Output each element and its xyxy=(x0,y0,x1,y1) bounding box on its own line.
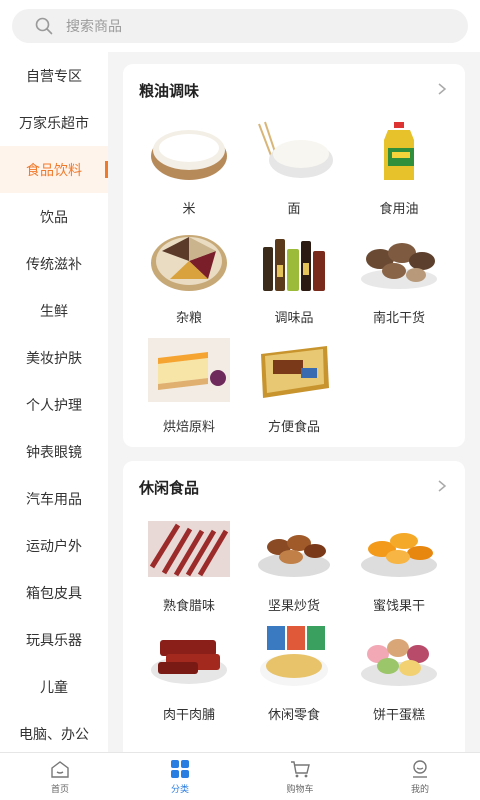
category-tile-oil[interactable]: 食用油 xyxy=(349,120,449,217)
tile-label: 肉干肉脯 xyxy=(162,708,215,723)
tile-label: 食用油 xyxy=(379,202,419,217)
condiments-icon xyxy=(263,239,325,291)
sidebar-item-label: 万家乐超市 xyxy=(19,115,89,132)
search-icon xyxy=(35,17,53,35)
sidebar-item-label: 钟表眼镜 xyxy=(26,444,82,461)
tile-label: 南北干货 xyxy=(372,311,425,326)
sidebar-item-label: 美妆护肤 xyxy=(26,350,82,367)
sidebar-item-label: 汽车用品 xyxy=(26,491,82,508)
sidebar-item-beauty[interactable]: 美妆护肤 xyxy=(0,334,108,381)
tab-profile[interactable]: 我的 xyxy=(360,753,480,800)
profile-icon xyxy=(413,760,427,778)
sidebar-item-label: 运动户外 xyxy=(26,538,82,555)
category-tile-snacks[interactable]: 休闲零食 xyxy=(244,626,344,723)
instant-food-icon xyxy=(261,346,329,398)
tile-label: 米 xyxy=(182,202,196,217)
chevron-right-icon[interactable] xyxy=(437,479,447,493)
tile-label: 调味品 xyxy=(274,311,314,326)
sidebar-item-label: 生鲜 xyxy=(40,303,68,320)
sidebar-item-personal-care[interactable]: 个人护理 xyxy=(0,381,108,428)
home-icon xyxy=(51,761,69,778)
tab-label: 购物车 xyxy=(286,785,314,795)
tab-home[interactable]: 首页 xyxy=(0,753,120,800)
section-card-grain-oil: 粮油调味 米 面 食用油 杂粮 调味品 南北干货 烘焙原料 方便食品 xyxy=(123,64,465,447)
cake-icon xyxy=(148,338,230,402)
sidebar-item-label: 个人护理 xyxy=(26,397,82,414)
category-tile-nuts[interactable]: 坚果炒货 xyxy=(244,517,344,614)
sidebar-item-drinks[interactable]: 饮品 xyxy=(0,193,108,240)
category-tile-biscuits[interactable]: 饼干蛋糕 xyxy=(349,626,449,723)
search-placeholder: 搜索商品 xyxy=(66,19,122,35)
tile-label: 熟食腊味 xyxy=(162,599,215,614)
sidebar-item-sports[interactable]: 运动户外 xyxy=(0,522,108,569)
category-tile-dried-fruit[interactable]: 蜜饯果干 xyxy=(349,517,449,614)
tab-category[interactable]: 分类 xyxy=(120,753,240,800)
sidebar-item-food-drinks[interactable]: 食品饮料 xyxy=(0,146,108,193)
sidebar-item-toys[interactable]: 玩具乐器 xyxy=(0,616,108,663)
tab-cart[interactable]: 购物车 xyxy=(240,753,360,800)
search-input[interactable]: 搜索商品 xyxy=(12,9,468,43)
sidebar-item-computer[interactable]: 电脑、办公 xyxy=(0,710,108,752)
category-tile-cured-meat[interactable]: 熟食腊味 xyxy=(139,517,239,614)
sidebar-item-auto[interactable]: 汽车用品 xyxy=(0,475,108,522)
cart-icon xyxy=(291,761,310,778)
sidebar-item-label: 电脑、办公 xyxy=(19,726,89,743)
tile-label: 饼干蛋糕 xyxy=(372,708,425,723)
jerky-icon xyxy=(151,640,227,684)
category-tile-condiments[interactable]: 调味品 xyxy=(244,229,344,326)
sidebar-item-tonic[interactable]: 传统滋补 xyxy=(0,240,108,287)
grains-icon xyxy=(151,235,227,291)
dried-fruit-icon xyxy=(361,533,437,577)
rice-icon xyxy=(151,130,227,180)
category-tile-dried-goods[interactable]: 南北干货 xyxy=(349,229,449,326)
tab-label: 分类 xyxy=(170,785,189,795)
category-content: 粮油调味 米 面 食用油 杂粮 调味品 南北干货 烘焙原料 方便食品 休闲食品 … xyxy=(108,52,480,752)
tile-label: 烘焙原料 xyxy=(162,420,215,435)
tab-label: 我的 xyxy=(410,785,429,795)
sidebar-item-label: 自营专区 xyxy=(26,68,82,85)
sidebar-item-label: 饮品 xyxy=(40,209,68,226)
tile-label: 蜜饯果干 xyxy=(372,599,425,614)
sidebar-item-watches[interactable]: 钟表眼镜 xyxy=(0,428,108,475)
section-card-snacks: 休闲食品 熟食腊味 坚果炒货 蜜饯果干 肉干肉脯 休闲零食 饼干蛋糕 xyxy=(123,461,465,752)
top-bar: 搜索商品 xyxy=(0,0,480,52)
sidebar-item-kids[interactable]: 儿童 xyxy=(0,663,108,710)
sidebar-item-label: 儿童 xyxy=(40,679,68,696)
snack-icon xyxy=(260,626,328,686)
tile-label: 休闲零食 xyxy=(267,708,320,723)
sidebar-item-ziying[interactable]: 自营专区 xyxy=(0,52,108,99)
flour-icon xyxy=(258,121,333,178)
sidebar-item-fresh[interactable]: 生鲜 xyxy=(0,287,108,334)
category-sidebar: 自营专区 万家乐超市 食品饮料 饮品 传统滋补 生鲜 美妆护肤 个人护理 钟表眼… xyxy=(0,52,108,752)
category-tile-instant-food[interactable]: 方便食品 xyxy=(244,338,344,435)
tile-label: 面 xyxy=(287,202,301,217)
section-title: 粮油调味 xyxy=(139,82,200,100)
tab-label: 首页 xyxy=(50,785,69,795)
section-title: 休闲食品 xyxy=(139,479,200,497)
tile-label: 杂粮 xyxy=(175,311,202,326)
chevron-right-icon[interactable] xyxy=(437,82,447,96)
bottom-tab-bar: 首页 分类 购物车 我的 xyxy=(0,752,480,800)
oil-icon xyxy=(384,122,414,180)
category-tile-baking[interactable]: 烘焙原料 xyxy=(139,338,239,435)
sausage-icon xyxy=(148,521,230,577)
category-tile-grains[interactable]: 杂粮 xyxy=(139,229,239,326)
macaron-icon xyxy=(361,639,437,686)
category-tile-rice[interactable]: 米 xyxy=(139,120,239,217)
sidebar-item-label: 食品饮料 xyxy=(26,162,82,179)
sidebar-item-label: 传统滋补 xyxy=(26,256,82,273)
category-icon xyxy=(171,760,189,778)
category-tile-jerky[interactable]: 肉干肉脯 xyxy=(139,626,239,723)
sidebar-item-bags[interactable]: 箱包皮具 xyxy=(0,569,108,616)
tile-label: 方便食品 xyxy=(267,420,320,435)
nuts-icon xyxy=(258,535,330,577)
sidebar-item-label: 箱包皮具 xyxy=(26,585,82,602)
mushroom-icon xyxy=(361,243,437,289)
sidebar-item-label: 玩具乐器 xyxy=(26,632,82,649)
tile-label: 坚果炒货 xyxy=(267,599,320,614)
sidebar-item-wanjiale[interactable]: 万家乐超市 xyxy=(0,99,108,146)
category-tile-flour[interactable]: 面 xyxy=(244,120,344,217)
